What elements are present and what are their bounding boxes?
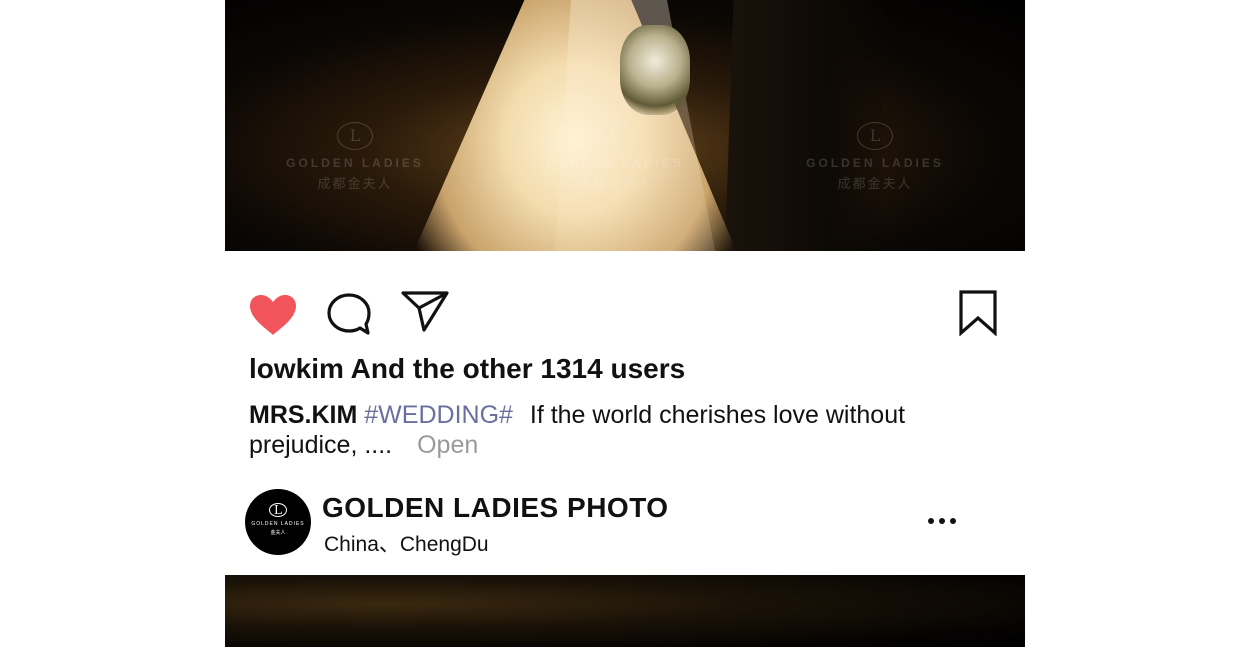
more-dot	[939, 518, 945, 524]
caption-username[interactable]: MRS.KIM	[249, 401, 357, 429]
more-dot	[950, 518, 956, 524]
avatar-logo-name: GOLDEN LADIES	[251, 521, 305, 527]
bookmark-icon[interactable]	[958, 290, 998, 336]
avatar-logo-cn: 金夫人	[270, 530, 286, 536]
heart-icon[interactable]	[248, 293, 298, 337]
watermark-cn: 成都金夫人	[317, 177, 393, 192]
bouquet	[620, 25, 690, 115]
next-post-photo[interactable]	[225, 575, 1025, 647]
caption-open-link[interactable]: Open	[417, 431, 478, 459]
watermark: L GOLDEN LADIES 成都金夫人	[280, 122, 430, 192]
watermark-name: GOLDEN LADIES	[286, 156, 424, 170]
caption-hashtag[interactable]: #WEDDING#	[364, 401, 513, 429]
watermark: L GOLDEN LADIES 成都金夫人	[540, 122, 690, 192]
post-photo[interactable]: L GOLDEN LADIES 成都金夫人 L GOLDEN LADIES 成都…	[225, 0, 1025, 251]
likes-count: lowkim And the other 1314 users	[249, 353, 686, 384]
watermark-cn: 成都金夫人	[837, 177, 913, 192]
watermark-logo: L	[597, 122, 633, 150]
share-icon[interactable]	[400, 290, 450, 334]
avatar[interactable]: L GOLDEN LADIES 金夫人	[245, 489, 311, 555]
profile-location: China、ChengDu	[324, 533, 489, 556]
avatar-logo: L	[269, 503, 287, 517]
watermark-name: GOLDEN LADIES	[546, 156, 684, 170]
more-dot	[928, 518, 934, 524]
watermark-logo: L	[857, 122, 893, 150]
profile-name[interactable]: GOLDEN LADIES PHOTO	[322, 492, 669, 524]
watermark-name: GOLDEN LADIES	[806, 156, 944, 170]
comment-icon[interactable]	[326, 292, 372, 336]
post-caption: MRS.KIM #WEDDING# If the world cherishes…	[249, 400, 969, 460]
watermark-logo: L	[337, 122, 373, 150]
more-options-button[interactable]	[925, 510, 959, 534]
watermark: L GOLDEN LADIES 成都金夫人	[800, 122, 950, 192]
watermark-cn: 成都金夫人	[577, 177, 653, 192]
